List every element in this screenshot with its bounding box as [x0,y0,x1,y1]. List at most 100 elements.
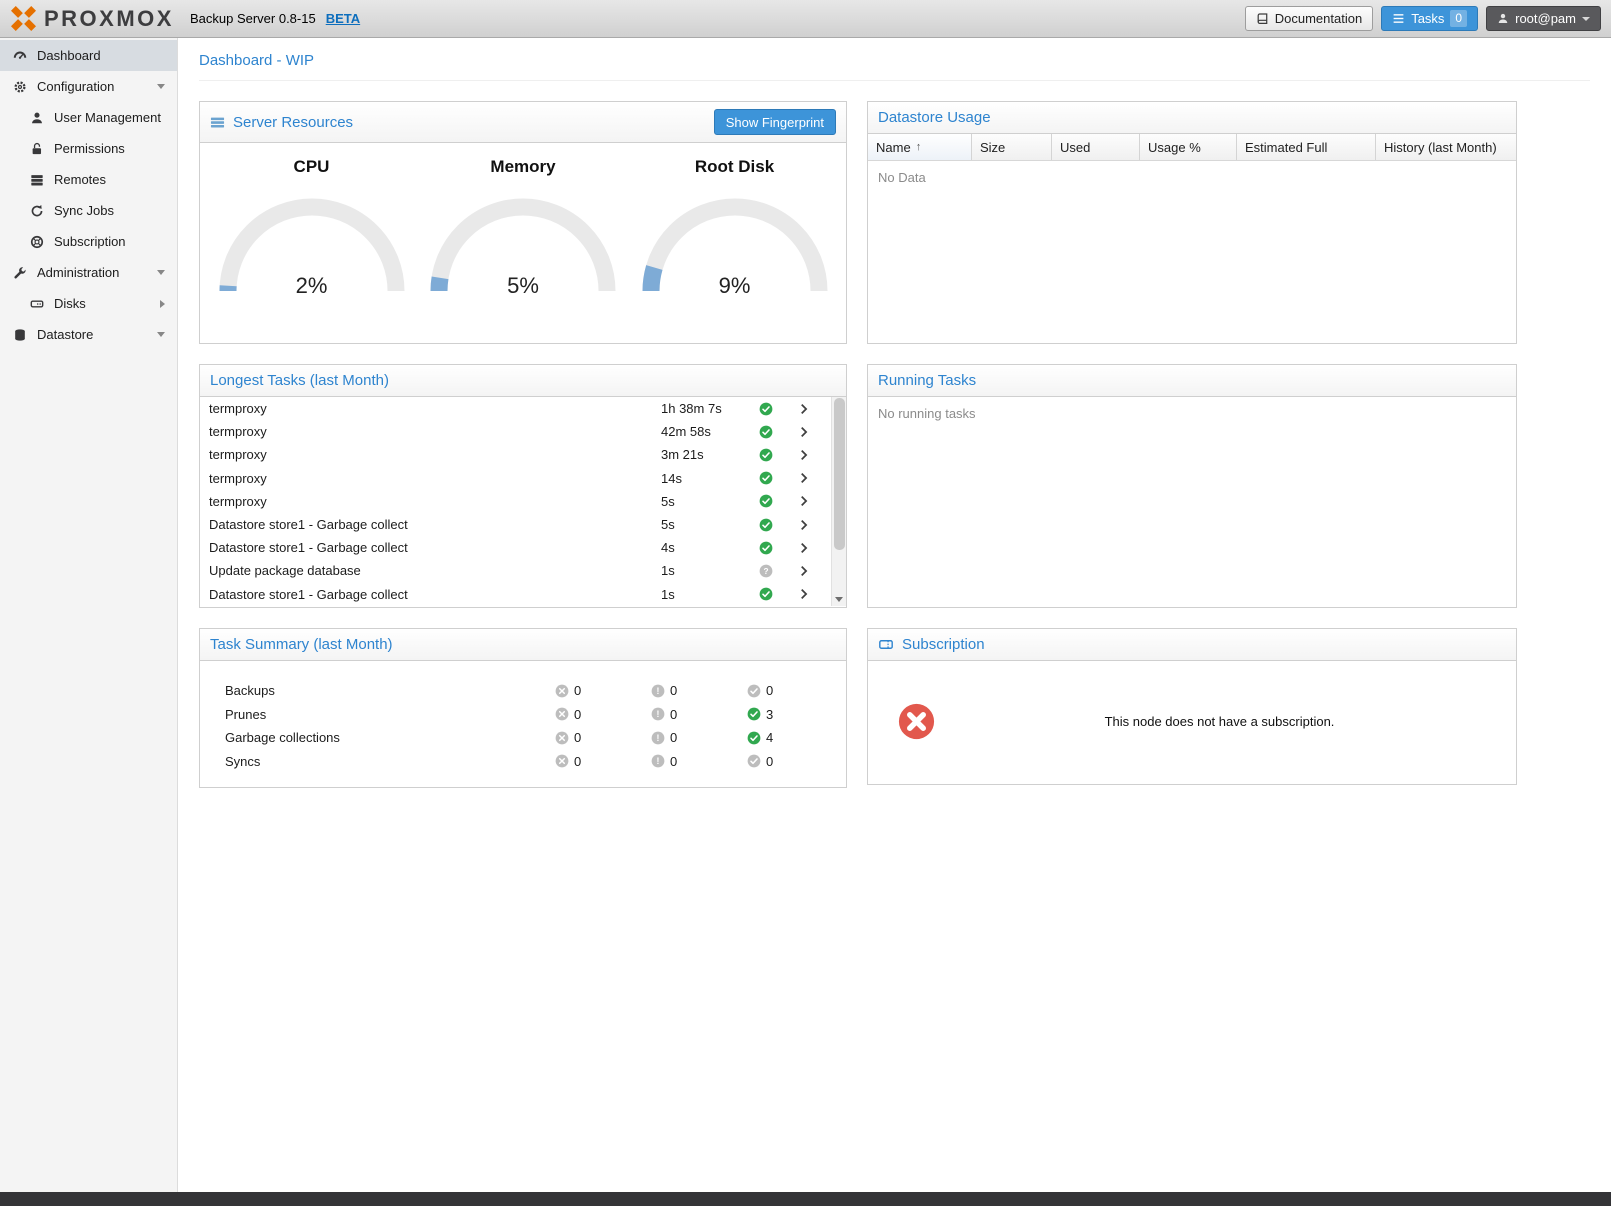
svg-text:!: ! [657,733,660,743]
gauge-title: Memory [423,157,623,177]
subscription-message: This node does not have a subscription. [935,714,1504,729]
sidebar-item-administration[interactable]: Administration [0,257,177,288]
summary-count: 0 [670,683,677,698]
column-header-size[interactable]: Size [972,134,1052,160]
chevron-down-icon[interactable] [157,332,165,337]
errors-status-icon [555,707,569,721]
summary-ok-cell: 0 [747,754,843,769]
gauge-cpu: CPU2% [212,157,412,303]
server-resources-panel: Server Resources Show Fingerprint CPU2%M… [199,101,847,344]
support-icon [29,235,45,249]
scrollbar-down-arrow[interactable] [835,597,843,602]
task-duration: 1s [661,587,759,602]
column-header-estimated-full[interactable]: Estimated Full [1237,134,1376,160]
column-header-used[interactable]: Used [1052,134,1140,160]
status-ok-icon [759,425,797,439]
bottom-bar [0,1192,1611,1206]
chevron-right-icon[interactable] [797,425,827,439]
task-row[interactable]: termproxy42m 58s [200,420,846,443]
summary-ok-cell: 0 [747,683,843,698]
chevron-right-icon[interactable] [797,448,827,462]
status-unknown-icon: ? [759,564,797,578]
chevron-right-icon[interactable] [160,300,165,308]
summary-label: Prunes [225,707,555,722]
user-menu-button[interactable]: root@pam [1486,6,1601,31]
longest-tasks-body: termproxy1h 38m 7stermproxy42m 58stermpr… [200,397,846,606]
server-list-icon [29,173,45,187]
task-row[interactable]: termproxy1h 38m 7s [200,397,846,420]
scrollbar[interactable] [831,397,846,606]
column-header-usage-[interactable]: Usage % [1140,134,1237,160]
dashboard-grid: Server Resources Show Fingerprint CPU2%M… [199,101,1590,788]
summary-errors-cell: 0 [555,683,651,698]
sidebar-item-sync-jobs[interactable]: Sync Jobs [0,195,177,226]
svg-text:!: ! [657,686,660,696]
datastore-usage-columns: Name↑SizeUsedUsage %Estimated FullHistor… [868,134,1516,161]
task-row[interactable]: termproxy14s [200,467,846,490]
column-header-name[interactable]: Name↑ [868,134,972,160]
sidebar-item-label: User Management [54,110,161,125]
book-icon [1256,12,1269,26]
chevron-right-icon[interactable] [797,494,827,508]
chevron-right-icon[interactable] [797,564,827,578]
task-row[interactable]: termproxy5s [200,490,846,513]
sidebar-item-label: Permissions [54,141,125,156]
sidebar-item-subscription[interactable]: Subscription [0,226,177,257]
documentation-button[interactable]: Documentation [1245,6,1373,31]
chevron-right-icon[interactable] [797,518,827,532]
tasks-button[interactable]: Tasks 0 [1381,6,1478,31]
summary-label: Garbage collections [225,730,555,745]
task-row[interactable]: Datastore store1 - Garbage collect4s [200,536,846,559]
app-title: Backup Server 0.8-15 [190,11,316,26]
sidebar-item-configuration[interactable]: Configuration [0,71,177,102]
scrollbar-thumb[interactable] [834,398,845,550]
tachometer-icon [12,49,28,63]
task-row[interactable]: Datastore store1 - Garbage collect5s [200,513,846,536]
chevron-right-icon[interactable] [797,587,827,601]
chevron-down-icon[interactable] [157,270,165,275]
summary-warnings-cell: !0 [651,683,747,698]
ok-status-icon [747,754,761,768]
panel-title: Running Tasks [878,372,976,389]
chevron-right-icon[interactable] [797,541,827,555]
running-tasks-header: Running Tasks [868,365,1516,397]
summary-count: 0 [574,707,581,722]
chevron-right-icon[interactable] [797,471,827,485]
datastore-usage-empty: No Data [868,161,1516,194]
task-row[interactable]: Update package database1s? [200,559,846,582]
proxmox-logo: PROXMOX [10,5,174,32]
gauge-title: CPU [212,157,412,177]
svg-text:!: ! [657,709,660,719]
gauge-chart: 5% [423,191,623,303]
datastore-usage-header: Datastore Usage [868,102,1516,134]
sidebar-item-label: Administration [37,265,119,280]
sidebar-item-remotes[interactable]: Remotes [0,164,177,195]
sidebar-item-datastore[interactable]: Datastore [0,319,177,350]
gauge-chart: 9% [635,191,835,303]
sidebar-item-permissions[interactable]: Permissions [0,133,177,164]
task-duration: 42m 58s [661,424,759,439]
sidebar-item-dashboard[interactable]: Dashboard [0,40,177,71]
summary-row: Backups0!00 [200,679,846,703]
status-ok-icon [759,541,797,555]
summary-count: 0 [574,683,581,698]
summary-ok-cell: 3 [747,707,843,722]
summary-row: Garbage collections0!04 [200,726,846,750]
task-summary-panel: Task Summary (last Month) Backups0!00Pru… [199,628,847,788]
page-title: Dashboard - WIP [199,38,1590,81]
task-list-icon [1392,12,1405,25]
show-fingerprint-button[interactable]: Show Fingerprint [714,109,836,135]
task-name: termproxy [209,424,661,439]
chevron-right-icon[interactable] [797,402,827,416]
sidebar-item-disks[interactable]: Disks [0,288,177,319]
sidebar-item-user-management[interactable]: User Management [0,102,177,133]
gears-icon [12,80,28,94]
task-row[interactable]: Datastore store1 - Garbage collect1s [200,583,846,606]
column-header-history-last-month-[interactable]: History (last Month) [1376,134,1516,160]
chevron-down-icon[interactable] [157,84,165,89]
task-duration: 5s [661,494,759,509]
task-name: termproxy [209,471,661,486]
task-summary-rows: Backups0!00Prunes0!03Garbage collections… [200,661,846,773]
task-row[interactable]: termproxy3m 21s [200,443,846,466]
beta-link[interactable]: BETA [326,11,360,26]
